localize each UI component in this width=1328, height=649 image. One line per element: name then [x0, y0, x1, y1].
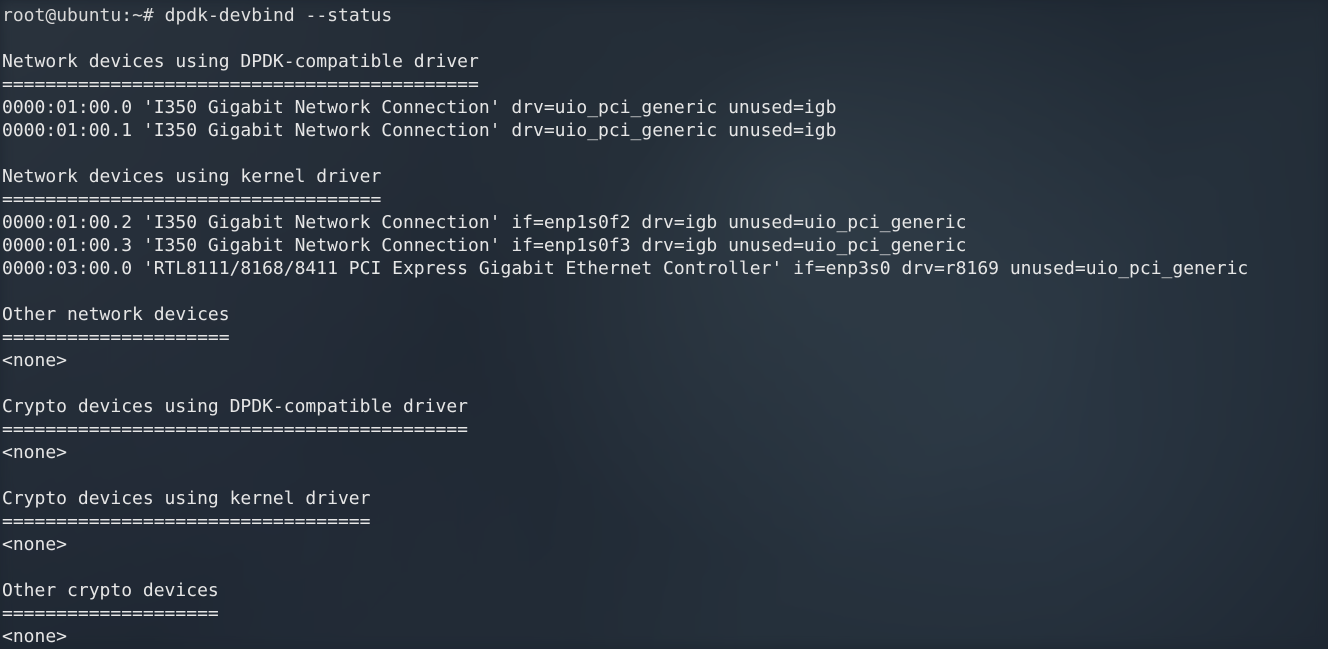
prompt-host: ubuntu [56, 5, 121, 26]
prompt-path: ~ [132, 5, 143, 26]
section-underline: ==================== [2, 603, 219, 624]
command-text: dpdk-devbind --status [165, 5, 393, 26]
output-line: <none> [2, 626, 67, 647]
output-line: 0000:03:00.0 'RTL8111/8168/8411 PCI Expr… [2, 258, 1248, 279]
output-line: 0000:01:00.3 'I350 Gigabit Network Conne… [2, 235, 967, 256]
output-line: 0000:01:00.2 'I350 Gigabit Network Conne… [2, 212, 967, 233]
section-title: Network devices using kernel driver [2, 166, 381, 187]
terminal-output[interactable]: root@ubuntu:~# dpdk-devbind --status Net… [0, 0, 1328, 649]
section-title: Crypto devices using kernel driver [2, 488, 370, 509]
section-underline: ===================== [2, 327, 230, 348]
output-line: <none> [2, 350, 67, 371]
output-line: 0000:01:00.0 'I350 Gigabit Network Conne… [2, 97, 836, 118]
section-title: Network devices using DPDK-compatible dr… [2, 51, 479, 72]
section-underline: ========================================… [2, 419, 468, 440]
section-title: Other network devices [2, 304, 230, 325]
section-underline: ========================================… [2, 74, 479, 95]
prompt-user: root [2, 5, 45, 26]
section-title: Other crypto devices [2, 580, 219, 601]
output-line: <none> [2, 442, 67, 463]
output-line: <none> [2, 534, 67, 555]
output-line: 0000:01:00.1 'I350 Gigabit Network Conne… [2, 120, 836, 141]
prompt-symbol: # [143, 5, 154, 26]
section-underline: =================================== [2, 189, 381, 210]
prompt-sep: @ [45, 5, 56, 26]
prompt-colon: : [121, 5, 132, 26]
section-title: Crypto devices using DPDK-compatible dri… [2, 396, 468, 417]
section-underline: ================================== [2, 511, 370, 532]
